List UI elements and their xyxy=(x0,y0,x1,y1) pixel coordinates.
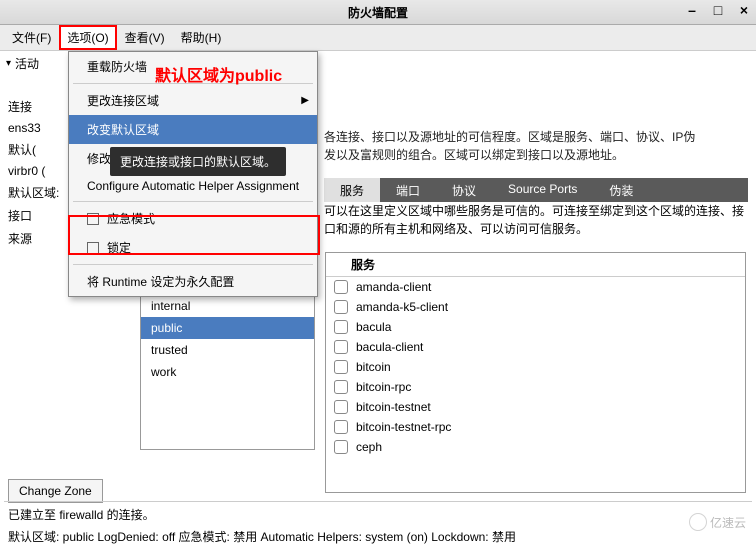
zone-item-work[interactable]: work xyxy=(141,361,314,383)
config-tabs: 服务 端口 协议 Source Ports 伪装 xyxy=(324,178,748,202)
minimize-button[interactable]: – xyxy=(685,3,699,17)
annotation-text: 默认区域为public xyxy=(155,62,282,86)
service-row[interactable]: bitcoin-testnet-rpc xyxy=(326,417,745,437)
maximize-button[interactable]: □ xyxy=(711,3,725,17)
service-row[interactable]: bitcoin-rpc xyxy=(326,377,745,397)
services-box: 服务 amanda-client amanda-k5-client bacula… xyxy=(325,252,746,493)
checkbox-icon[interactable] xyxy=(334,300,348,314)
checkbox-icon[interactable] xyxy=(334,280,348,294)
menu-bar: 文件(F) 选项(O) 查看(V) 帮助(H) xyxy=(0,25,756,51)
checkbox-icon[interactable] xyxy=(334,320,348,334)
active-bindings-label: 活动 xyxy=(15,55,39,72)
interface-ens33[interactable]: ens33 xyxy=(2,118,68,138)
checkbox-icon xyxy=(87,242,99,254)
menu-runtime-to-permanent[interactable]: 将 Runtime 设定为永久配置 xyxy=(69,267,317,296)
service-row[interactable]: bitcoin xyxy=(326,357,745,377)
watermark: 亿速云 xyxy=(689,513,746,531)
menu-file[interactable]: 文件(F) xyxy=(4,25,59,50)
service-row[interactable]: amanda-client xyxy=(326,277,745,297)
checkbox-icon[interactable] xyxy=(334,440,348,454)
tab-ports[interactable]: 端口 xyxy=(380,178,436,202)
default-label: 默认( xyxy=(2,138,68,161)
zone-item-trusted[interactable]: trusted xyxy=(141,339,314,361)
close-button[interactable]: × xyxy=(737,3,751,17)
services-column-header: 服务 xyxy=(326,253,745,277)
connections-header: 连接 xyxy=(2,95,68,118)
caret-down-icon[interactable]: ▾ xyxy=(6,58,11,69)
menu-change-default-zone[interactable]: 改变默认区域 xyxy=(69,115,317,144)
tab-masquerading[interactable]: 伪装 xyxy=(593,178,649,202)
tab-protocols[interactable]: 协议 xyxy=(436,178,492,202)
logo-icon xyxy=(689,513,707,531)
status-bar-settings: 默认区域: public LogDenied: off 应急模式: 禁用 Aut… xyxy=(4,524,752,549)
menu-config-helper[interactable]: Configure Automatic Helper Assignment xyxy=(69,173,317,199)
menu-change-connection-zone[interactable]: 更改连接区域▶ xyxy=(69,86,317,115)
default-zone-label: 默认区域: xyxy=(2,181,68,204)
menu-help[interactable]: 帮助(H) xyxy=(173,25,230,50)
tooltip: 更改连接或接口的默认区域。 xyxy=(110,147,286,176)
side-panel: ▾ 活动 xyxy=(0,51,70,76)
checkbox-icon[interactable] xyxy=(334,400,348,414)
menu-view[interactable]: 查看(V) xyxy=(117,25,173,50)
menu-panic-mode[interactable]: 应急模式 xyxy=(69,204,317,233)
tab-help-text: 可以在这里定义区域中哪些服务是可信的。可连接至绑定到这个区域的连接、接口和源的所… xyxy=(324,202,748,238)
title-bar: 防火墙配置 – □ × xyxy=(0,0,756,25)
service-row[interactable]: bitcoin-testnet xyxy=(326,397,745,417)
checkbox-icon[interactable] xyxy=(334,360,348,374)
service-row[interactable]: bacula-client xyxy=(326,337,745,357)
checkbox-icon[interactable] xyxy=(334,420,348,434)
checkbox-icon[interactable] xyxy=(334,340,348,354)
tab-source-ports[interactable]: Source Ports xyxy=(492,178,593,202)
tab-services[interactable]: 服务 xyxy=(324,178,380,202)
zone-item-internal[interactable]: internal xyxy=(141,295,314,317)
checkbox-icon[interactable] xyxy=(334,380,348,394)
interface-virbr0[interactable]: virbr0 ( xyxy=(2,161,68,181)
sources-header: 来源 xyxy=(2,227,68,250)
zone-description: 各连接、接口以及源地址的可信程度。区域是服务、端口、协议、IP伪 发以及富规则的… xyxy=(324,128,748,164)
service-row[interactable]: amanda-k5-client xyxy=(326,297,745,317)
checkbox-icon xyxy=(87,213,99,225)
submenu-arrow-icon: ▶ xyxy=(301,95,309,106)
service-row[interactable]: ceph xyxy=(326,437,745,457)
menu-lockdown[interactable]: 锁定 xyxy=(69,233,317,262)
zone-item-public[interactable]: public xyxy=(141,317,314,339)
interfaces-header: 接口 xyxy=(2,204,68,227)
window-title: 防火墙配置 xyxy=(348,4,408,21)
service-row[interactable]: bacula xyxy=(326,317,745,337)
connections-column: 连接 ens33 默认( virbr0 ( 默认区域: 接口 来源 xyxy=(2,95,68,250)
change-zone-button[interactable]: Change Zone xyxy=(8,479,103,503)
menu-options[interactable]: 选项(O) xyxy=(59,25,116,50)
